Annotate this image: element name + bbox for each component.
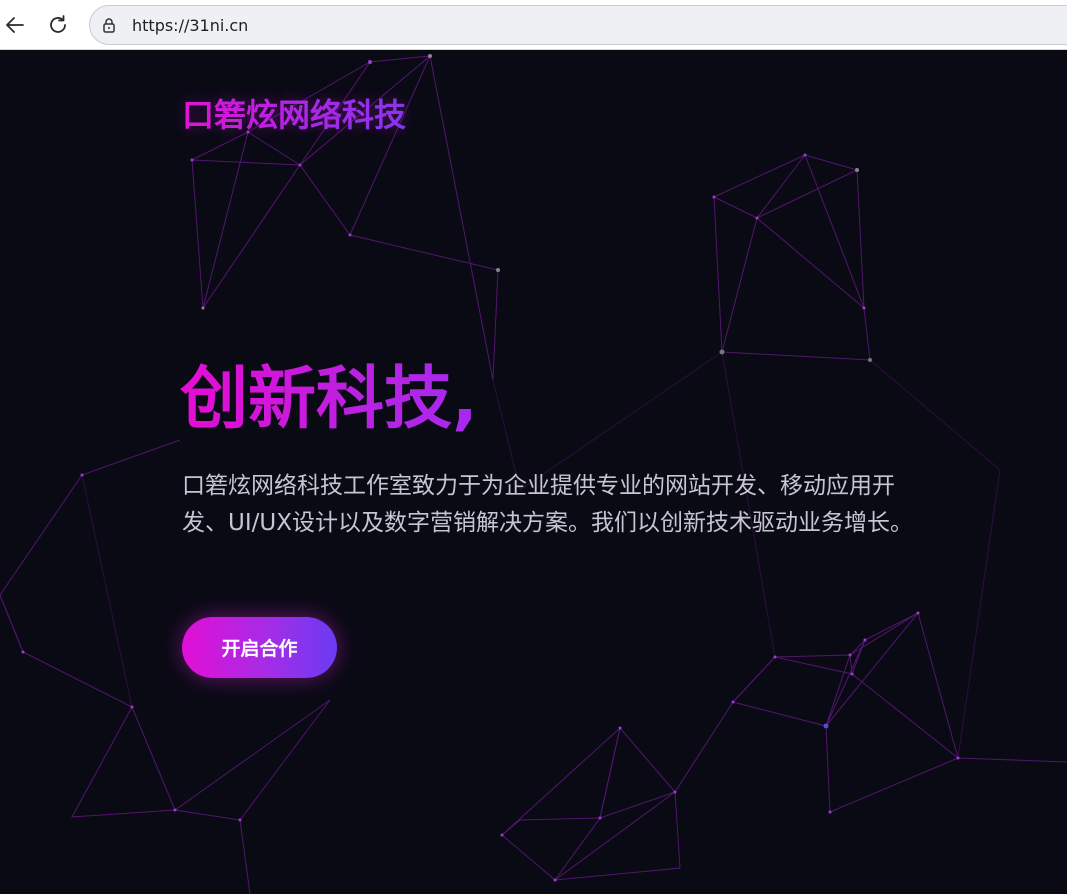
- page-content: 口箬炫网络科技 创新科技, 口箬炫网络科技工作室致力于为企业提供专业的网站开发、…: [0, 50, 1067, 894]
- hero-title: 创新科技,: [180, 360, 478, 439]
- start-cooperation-button[interactable]: 开启合作: [182, 617, 337, 678]
- lock-icon[interactable]: [100, 16, 118, 34]
- arrow-left-icon: [6, 17, 24, 33]
- reload-button[interactable]: [43, 10, 73, 40]
- url-text[interactable]: https://31ni.cn: [132, 16, 248, 35]
- browser-toolbar: https://31ni.cn: [0, 0, 1067, 50]
- site-logo[interactable]: 口箬炫网络科技: [182, 90, 406, 136]
- hero-description: 口箬炫网络科技工作室致力于为企业提供专业的网站开发、移动应用开发、UI/UX设计…: [182, 473, 913, 536]
- address-bar[interactable]: https://31ni.cn: [89, 5, 1067, 45]
- back-button[interactable]: [0, 10, 30, 40]
- reload-icon: [50, 15, 66, 33]
